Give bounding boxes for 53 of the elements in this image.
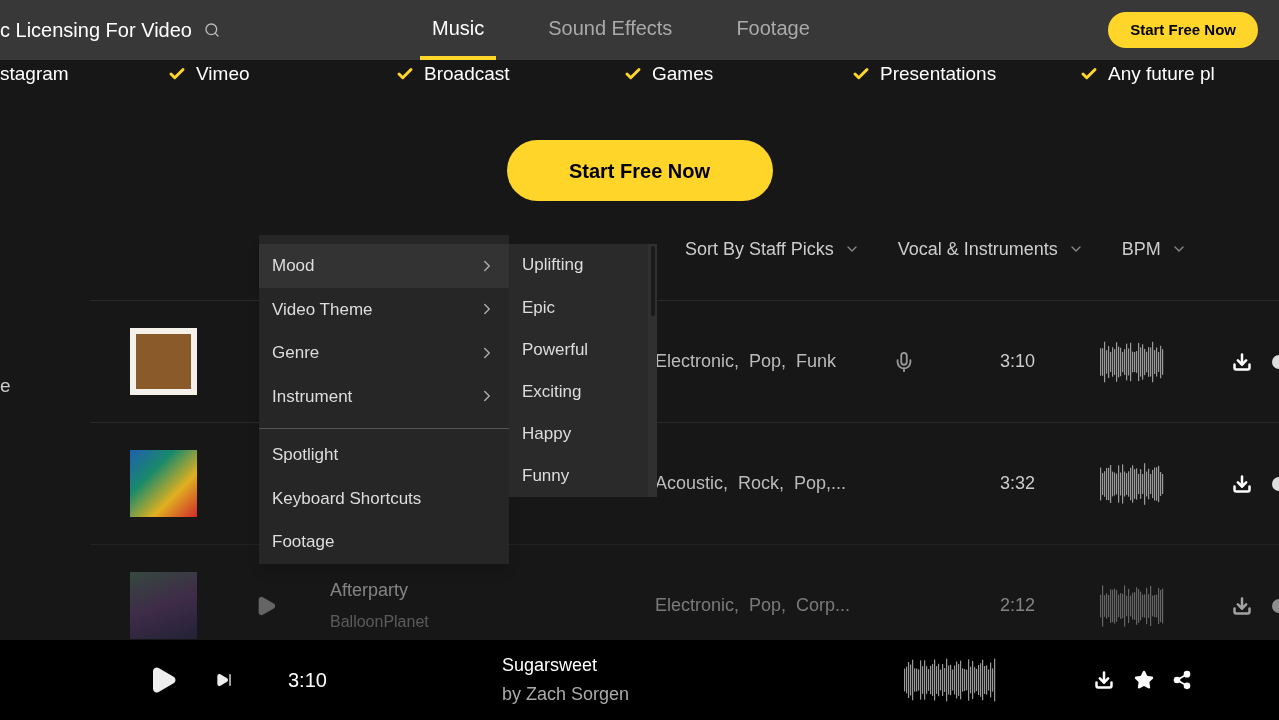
share-icon[interactable] (1171, 670, 1192, 690)
album-art[interactable] (130, 328, 197, 395)
nav-tab[interactable]: Sound Effects (536, 0, 685, 60)
submenu-item[interactable]: Exciting (509, 370, 648, 413)
player-track-artist[interactable]: by Zach Sorgen (501, 681, 802, 708)
player-time: 3:10 (288, 668, 327, 693)
download-icon[interactable] (1232, 473, 1252, 494)
search-icon[interactable] (203, 22, 220, 38)
feature-label: Presentations (880, 61, 997, 86)
nav-tab[interactable]: Music (419, 0, 497, 60)
filter-dropdown[interactable]: Sort By Staff Picks (685, 235, 860, 263)
menu-item[interactable]: Instrument (259, 374, 509, 418)
start-free-button[interactable]: Start Free Now (506, 140, 773, 201)
track-duration: 3:32 (1000, 472, 1037, 495)
feature-label: stagram (0, 61, 69, 86)
start-free-button[interactable]: Start Free Now (1108, 12, 1258, 48)
nav-tab[interactable]: Footage (724, 0, 822, 60)
download-icon[interactable] (1093, 670, 1114, 690)
submenu-item[interactable]: Funny (509, 454, 648, 498)
feature-label: Vimeo (196, 61, 250, 86)
track-genres: Electronic, Pop, Corp... (655, 594, 852, 617)
side-text: e (0, 374, 11, 398)
filter-dropdown[interactable]: Vocal & Instruments (897, 235, 1084, 263)
track-genres: Electronic, Pop, Funk (655, 350, 838, 373)
menu-item[interactable]: Mood (259, 244, 509, 288)
skip-forward-icon[interactable] (216, 672, 232, 688)
menu-item[interactable]: Spotlight (259, 433, 509, 477)
menu-item[interactable]: Genre (259, 331, 509, 375)
menu-item[interactable]: Video Theme (259, 287, 509, 331)
star-icon[interactable] (1133, 670, 1154, 690)
submenu-item[interactable]: Powerful (509, 328, 648, 371)
feature-label: Games (652, 61, 714, 86)
waveform-drawing (1100, 461, 1164, 506)
player-track-title[interactable]: Sugarsweet (501, 652, 802, 679)
menu-item[interactable]: Footage (259, 520, 509, 564)
album-art[interactable] (130, 450, 197, 517)
feature-label: Broadcast (424, 61, 510, 86)
download-icon[interactable] (1232, 351, 1252, 372)
download-icon[interactable] (1232, 595, 1252, 616)
feature-label: Any future pl (1108, 61, 1215, 86)
track-title[interactable]: Afterparty (330, 577, 600, 604)
track-duration: 2:12 (1000, 594, 1037, 617)
submenu-item[interactable]: Uplifting (509, 244, 648, 287)
waveform-drawing (1100, 339, 1164, 384)
site-title: c Licensing For Video (0, 18, 192, 43)
submenu-item[interactable]: Epic (509, 286, 648, 329)
track-duration: 3:10 (1000, 350, 1037, 373)
waveform-drawing (1100, 583, 1164, 628)
menu-item[interactable]: Keyboard Shortcuts (259, 476, 509, 520)
track-genres: Acoustic, Rock, Pop,... (655, 472, 848, 495)
scrollbar[interactable] (648, 244, 657, 497)
filter-dropdown[interactable]: BPM (1121, 235, 1187, 263)
submenu-item[interactable]: Happy (509, 412, 648, 455)
